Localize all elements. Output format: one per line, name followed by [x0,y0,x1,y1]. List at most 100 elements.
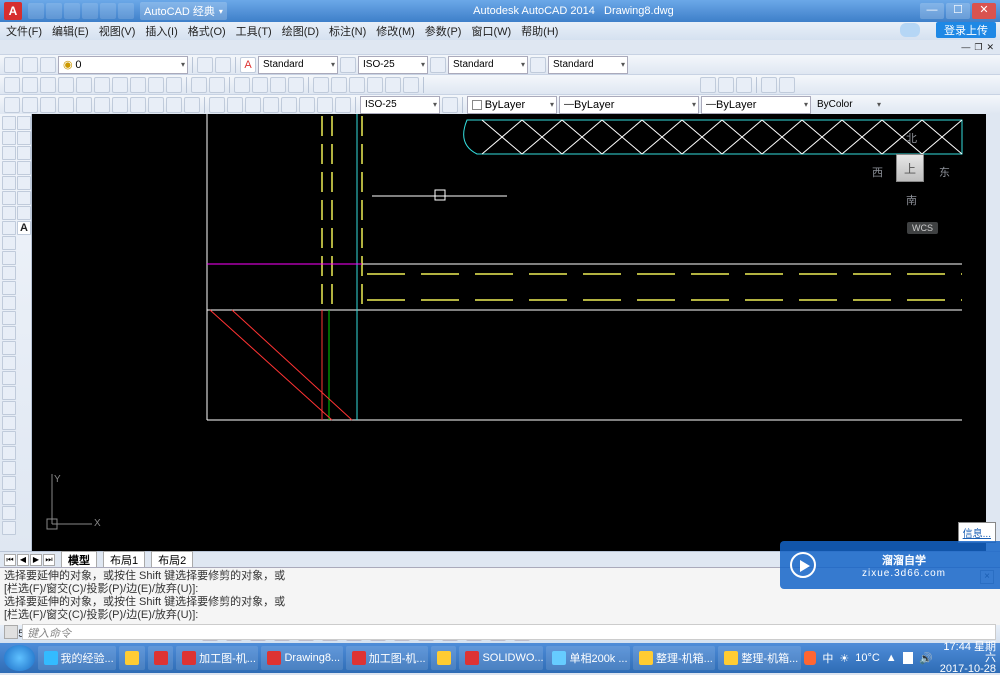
dim-angular-icon[interactable] [130,97,146,113]
tab-layout1[interactable]: 布局1 [103,551,145,569]
rotate-icon[interactable] [2,311,16,325]
qat-undo-icon[interactable] [82,3,98,19]
tab-first-icon[interactable]: ⏮ [4,554,16,566]
dim-aligned-icon[interactable] [22,97,38,113]
designcenter-icon[interactable] [331,77,347,93]
layer-ico-1[interactable] [4,57,20,73]
xref-icon[interactable] [761,77,777,93]
task-folder2[interactable]: 整理-机箱... [633,646,715,670]
toolpalette-icon[interactable] [349,77,365,93]
open-icon[interactable] [22,77,38,93]
ellipse-icon[interactable] [2,386,16,400]
preview-icon[interactable] [76,77,92,93]
command-prompt-icon[interactable] [4,625,18,639]
stretch-icon[interactable] [2,371,16,385]
qat-open-icon[interactable] [46,3,62,19]
menu-edit[interactable]: 编辑(E) [52,23,89,39]
menu-insert[interactable]: 插入(I) [145,23,177,39]
tablestyle-icon[interactable] [430,57,446,73]
doc-restore-icon[interactable]: ❐ [974,42,982,53]
dim-ordinate-icon[interactable] [58,97,74,113]
dim-baseline-icon[interactable] [166,97,182,113]
markup-icon[interactable] [385,77,401,93]
minimize-button[interactable]: — [920,3,944,19]
dim-continue-icon[interactable] [184,97,200,113]
revcloud-icon[interactable] [2,326,16,340]
exchange-upload-button[interactable]: 登录上传 [936,22,996,38]
dimtedit-icon[interactable] [335,97,351,113]
move-icon[interactable] [2,281,16,295]
copy-obj-icon[interactable] [2,161,16,175]
offset-icon[interactable] [2,221,16,235]
tab-model[interactable]: 模型 [61,551,97,569]
chamfer-icon[interactable] [2,521,16,535]
menu-modify[interactable]: 修改(M) [376,23,415,39]
cloud-icon[interactable] [900,23,920,37]
copy-icon[interactable] [130,77,146,93]
polygon-icon[interactable] [2,206,16,220]
erase-icon[interactable] [2,131,16,145]
maximize-button[interactable]: ☐ [946,3,970,19]
dimupdate-icon[interactable] [442,97,458,113]
linetype-dropdown[interactable]: — ByLayer [559,96,699,114]
mirror-icon[interactable] [2,191,16,205]
tray-clock[interactable]: 17:44 星期六 2017-10-28 [939,642,996,675]
menu-format[interactable]: 格式(O) [188,23,226,39]
qat-print-icon[interactable] [118,3,134,19]
dim-diameter-icon[interactable] [112,97,128,113]
joglinear-icon[interactable] [299,97,315,113]
dim-linear-icon[interactable] [4,97,20,113]
insert-icon[interactable] [2,446,16,460]
region-icon[interactable] [17,176,31,190]
tray-lang[interactable]: 中 [822,650,833,666]
fillet-icon[interactable] [17,131,31,145]
extend-icon[interactable] [2,431,16,445]
ellipsearc-icon[interactable] [2,416,16,430]
break-icon[interactable] [2,461,16,475]
centermark-icon[interactable] [263,97,279,113]
menu-file[interactable]: 文件(F) [6,23,42,39]
scale-icon[interactable] [2,341,16,355]
layer-ico-3[interactable] [40,57,56,73]
qat-new-icon[interactable] [28,3,44,19]
menu-dimension[interactable]: 标注(N) [329,23,366,39]
line-icon[interactable] [2,116,16,130]
mtext-icon[interactable]: A [17,221,31,235]
dim-style-dd2[interactable]: ISO-25 [360,96,440,114]
task-acad1[interactable]: 加工图-机... [176,646,258,670]
menu-draw[interactable]: 绘图(D) [282,23,319,39]
task-folder3[interactable]: 整理-机箱... [718,646,800,670]
task-folder1[interactable] [431,646,456,670]
task-explorer[interactable] [119,646,144,670]
layer-dropdown[interactable]: ◉ 0 [58,56,188,74]
menu-help[interactable]: 帮助(H) [521,23,558,39]
task-sw[interactable]: SOLIDWO... [459,646,543,670]
tab-layout2[interactable]: 布局2 [151,551,193,569]
color-dropdown[interactable]: ByLayer [467,96,557,114]
redo-icon[interactable] [209,77,225,93]
undo-icon[interactable] [191,77,207,93]
dim-break-icon[interactable] [227,97,243,113]
pan-icon[interactable] [234,77,250,93]
tab-next-icon[interactable]: ▶ [30,554,42,566]
view-cube[interactable]: 北 南 东 西 上 [866,124,956,214]
zoom-window-icon[interactable] [270,77,286,93]
app-logo[interactable]: A [4,2,22,20]
command-input[interactable]: 键入命令 [22,624,996,640]
publish-icon[interactable] [94,77,110,93]
insert-block-icon[interactable] [700,77,716,93]
block-icon[interactable] [2,476,16,490]
dim-quick-icon[interactable] [148,97,164,113]
explode-icon[interactable] [17,191,31,205]
mlstyle-icon[interactable] [530,57,546,73]
join-icon[interactable] [2,491,16,505]
trim-icon[interactable] [2,401,16,415]
qat-redo-icon[interactable] [100,3,116,19]
dimedit-icon[interactable] [317,97,333,113]
menu-tools[interactable]: 工具(T) [236,23,272,39]
start-button[interactable] [4,645,35,671]
pline-icon[interactable] [2,176,16,190]
drawing-canvas[interactable]: Y X 北 南 东 西 上 WCS [32,114,986,551]
task-acad2[interactable]: Drawing8... [261,646,342,670]
zoom-previous-icon[interactable] [288,77,304,93]
